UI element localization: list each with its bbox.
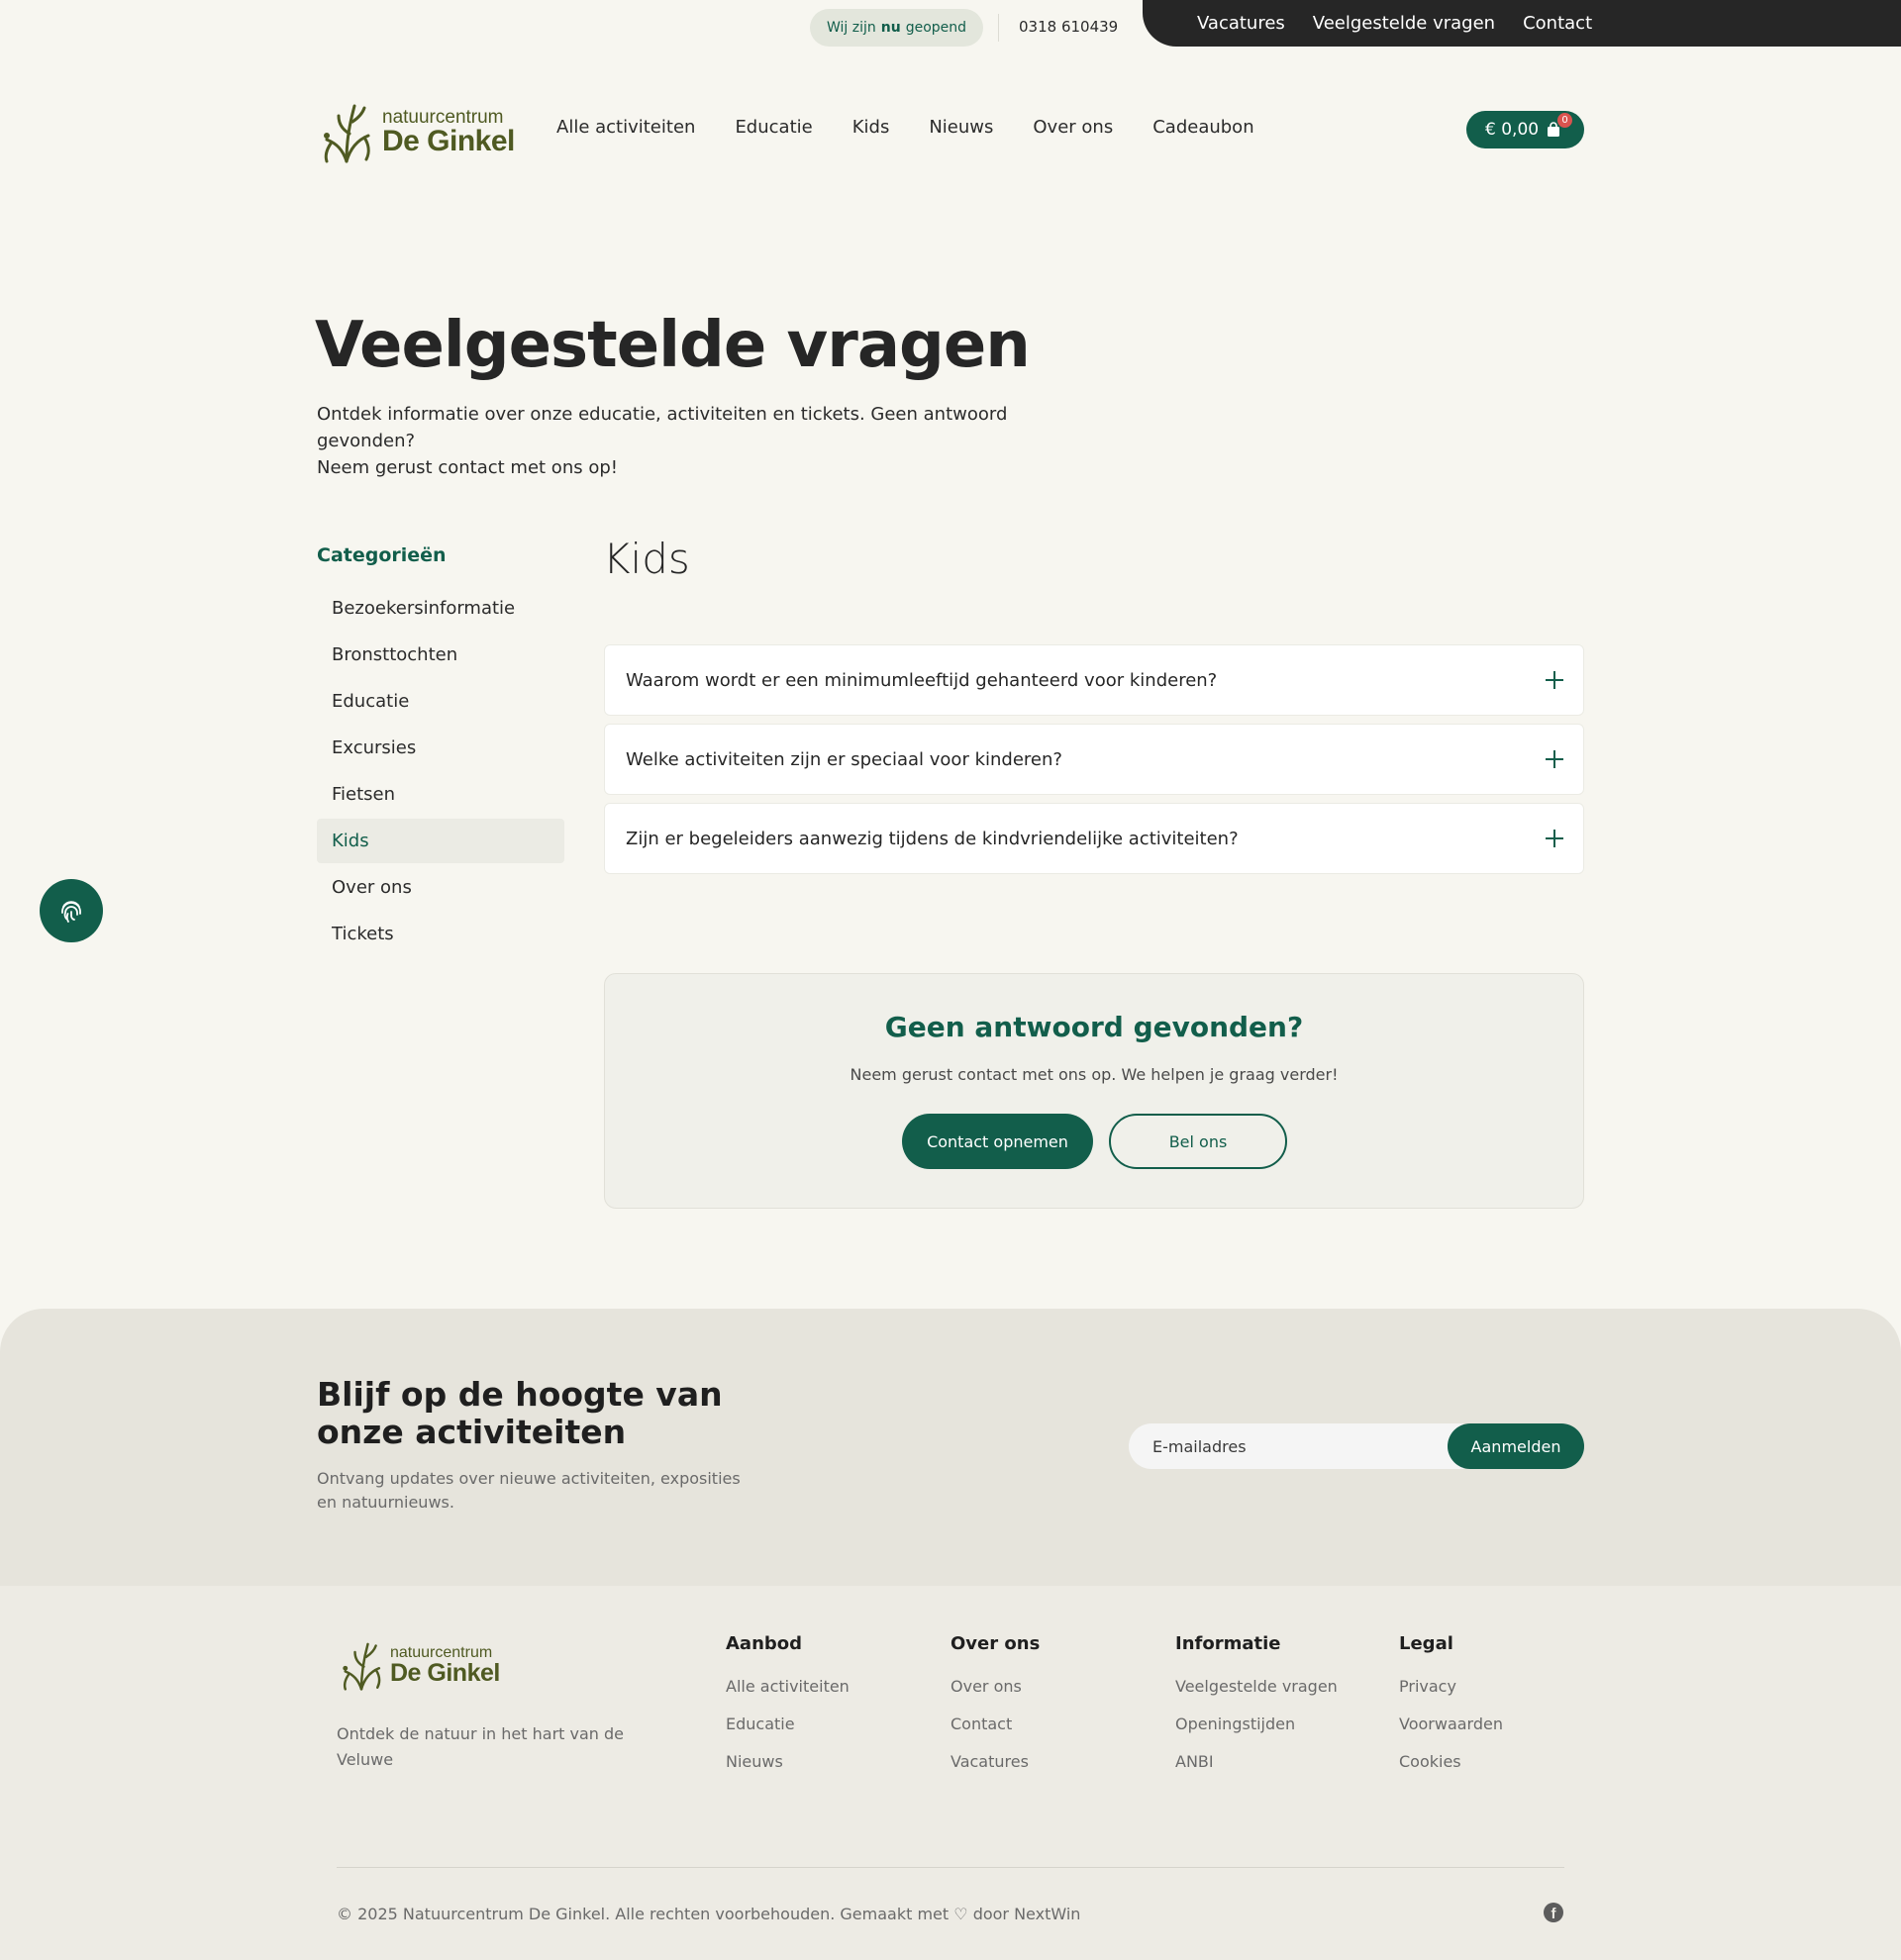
footer-column-aanbod: Aanbod Alle activiteiten Educatie Nieuws xyxy=(726,1633,850,1791)
nav-kids[interactable]: Kids xyxy=(852,117,890,138)
faq-question-text: Zijn er begeleiders aanwezig tijdens de … xyxy=(626,828,1239,849)
nav-over-ons[interactable]: Over ons xyxy=(1033,117,1113,138)
categories-list: Bezoekersinformatie Bronsttochten Educat… xyxy=(317,586,564,958)
newsletter-form: Aanmelden xyxy=(1129,1423,1584,1469)
page-intro: Ontdek informatie over onze educatie, ac… xyxy=(317,401,1069,481)
footer-copyright: © 2025 Natuurcentrum De Ginkel. Alle rec… xyxy=(337,1905,1081,1923)
footer-link[interactable]: Voorwaarden xyxy=(1399,1715,1503,1753)
nav-educatie[interactable]: Educatie xyxy=(735,117,812,138)
contact-cta-box: Geen antwoord gevonden? Neem gerust cont… xyxy=(604,973,1584,1209)
footer-column-informatie: Informatie Veelgestelde vragen Openingst… xyxy=(1175,1633,1338,1791)
plus-icon xyxy=(1546,750,1563,768)
plus-icon xyxy=(1546,830,1563,847)
footer-link[interactable]: Cookies xyxy=(1399,1753,1503,1791)
footer-link[interactable]: Openingstijden xyxy=(1175,1715,1338,1753)
footer-logo-big-text: De Ginkel xyxy=(390,1658,500,1687)
category-over-ons[interactable]: Over ons xyxy=(317,865,564,910)
utility-bar: Wij zijn nu geopend 0318 610439 Vacature… xyxy=(0,0,1901,47)
faq-question[interactable]: Welke activiteiten zijn er speciaal voor… xyxy=(604,724,1584,795)
faq-section-title: Kids xyxy=(603,535,690,583)
faq-list: Waarom wordt er een minimumleeftijd geha… xyxy=(604,644,1584,882)
nav-nieuws[interactable]: Nieuws xyxy=(929,117,993,138)
open-status-suffix: geopend xyxy=(905,20,967,36)
plus-icon xyxy=(1546,671,1563,689)
cta-text: Neem gerust contact met ons op. We helpe… xyxy=(850,1065,1339,1084)
footer-link[interactable]: Over ons xyxy=(950,1678,1040,1715)
footer-link[interactable]: Veelgestelde vragen xyxy=(1175,1678,1338,1715)
utility-nav: Vacatures Veelgestelde vragen Contact xyxy=(1143,0,1901,47)
category-kids[interactable]: Kids xyxy=(317,819,564,863)
footer-column-legal: Legal Privacy Voorwaarden Cookies xyxy=(1399,1633,1503,1791)
site-logo[interactable]: natuurcentrum De Ginkel xyxy=(317,99,515,164)
utility-link-faq[interactable]: Veelgestelde vragen xyxy=(1313,13,1495,34)
footer-column-title: Over ons xyxy=(950,1633,1041,1654)
footer-link[interactable]: Alle activiteiten xyxy=(726,1678,850,1715)
footer-column-over-ons: Over ons Over ons Contact Vacatures xyxy=(950,1633,1040,1791)
utility-link-contact[interactable]: Contact xyxy=(1523,13,1592,34)
newsletter-text: Ontvang updates over nieuwe activiteiten… xyxy=(317,1469,741,1512)
fingerprint-icon xyxy=(61,901,81,923)
footer-column-title: Informatie xyxy=(1175,1633,1281,1654)
nav-cadeaubon[interactable]: Cadeaubon xyxy=(1152,117,1253,138)
faq-question-text: Waarom wordt er een minimumleeftijd geha… xyxy=(626,669,1218,691)
footer-logo-text: natuurcentrum De Ginkel xyxy=(390,1644,500,1687)
intro-line-2: Neem gerust contact met ons op! xyxy=(317,457,618,478)
cta-title: Geen antwoord gevonden? xyxy=(884,1011,1304,1043)
footer-link[interactable]: Educatie xyxy=(726,1715,850,1753)
cookie-settings-button[interactable] xyxy=(40,879,103,942)
footer-link[interactable]: ANBI xyxy=(1175,1753,1338,1791)
phone-link[interactable]: 0318 610439 xyxy=(1019,18,1118,36)
call-button[interactable]: Bel ons xyxy=(1109,1114,1287,1169)
nav-alle-activiteiten[interactable]: Alle activiteiten xyxy=(556,117,695,138)
cart-button[interactable]: € 0,00 0 xyxy=(1466,111,1584,148)
tree-logo-icon xyxy=(324,104,370,163)
footer-link[interactable]: Nieuws xyxy=(726,1753,850,1791)
category-excursies[interactable]: Excursies xyxy=(317,726,564,770)
utility-link-vacatures[interactable]: Vacatures xyxy=(1197,13,1285,34)
email-field[interactable] xyxy=(1129,1423,1463,1469)
cart-count-badge: 0 xyxy=(1557,113,1572,128)
footer-link[interactable]: Contact xyxy=(950,1715,1040,1753)
footer-link[interactable]: Privacy xyxy=(1399,1678,1503,1715)
subscribe-button[interactable]: Aanmelden xyxy=(1448,1423,1584,1469)
newsletter-section: Blijf op de hoogte van onze activiteiten… xyxy=(0,1309,1901,1586)
newsletter-title: Blijf op de hoogte van onze activiteiten xyxy=(317,1375,723,1451)
category-bezoekersinformatie[interactable]: Bezoekersinformatie xyxy=(317,586,564,631)
logo-small-text: natuurcentrum xyxy=(382,106,504,128)
open-status-prefix: Wij zijn xyxy=(827,20,876,36)
footer-column-title: Legal xyxy=(1399,1633,1453,1654)
contact-button[interactable]: Contact opnemen xyxy=(902,1114,1093,1169)
category-educatie[interactable]: Educatie xyxy=(317,679,564,724)
logo-big-text: De Ginkel xyxy=(382,124,515,157)
footer-link[interactable]: Vacatures xyxy=(950,1753,1040,1791)
open-status-badge: Wij zijn nu geopend xyxy=(810,9,984,47)
categories-title: Categorieën xyxy=(317,544,447,566)
faq-question[interactable]: Waarom wordt er een minimumleeftijd geha… xyxy=(604,644,1584,716)
category-tickets[interactable]: Tickets xyxy=(317,912,564,956)
faq-question[interactable]: Zijn er begeleiders aanwezig tijdens de … xyxy=(604,803,1584,874)
category-fietsen[interactable]: Fietsen xyxy=(317,772,564,817)
main-nav: Alle activiteiten Educatie Kids Nieuws O… xyxy=(556,117,1254,138)
site-footer: natuurcentrum De Ginkel Ontdek de natuur… xyxy=(0,1586,1901,1960)
footer-divider xyxy=(337,1867,1564,1868)
page-title: Veelgestelde vragen xyxy=(315,309,1031,382)
category-bronsttochten[interactable]: Bronsttochten xyxy=(317,633,564,677)
facebook-icon[interactable]: f xyxy=(1544,1903,1563,1922)
logo-text: natuurcentrum De Ginkel xyxy=(382,108,515,156)
footer-logo[interactable]: natuurcentrum De Ginkel xyxy=(337,1639,500,1691)
intro-line-1: Ontdek informatie over onze educatie, ac… xyxy=(317,404,1008,451)
divider xyxy=(998,14,999,42)
open-status-strong: nu xyxy=(880,20,901,36)
tree-logo-icon xyxy=(343,1642,381,1691)
footer-column-title: Aanbod xyxy=(726,1633,803,1654)
cart-amount: € 0,00 xyxy=(1485,120,1540,140)
footer-description: Ontdek de natuur in het hart van de Velu… xyxy=(337,1724,625,1769)
faq-question-text: Welke activiteiten zijn er speciaal voor… xyxy=(626,748,1062,770)
